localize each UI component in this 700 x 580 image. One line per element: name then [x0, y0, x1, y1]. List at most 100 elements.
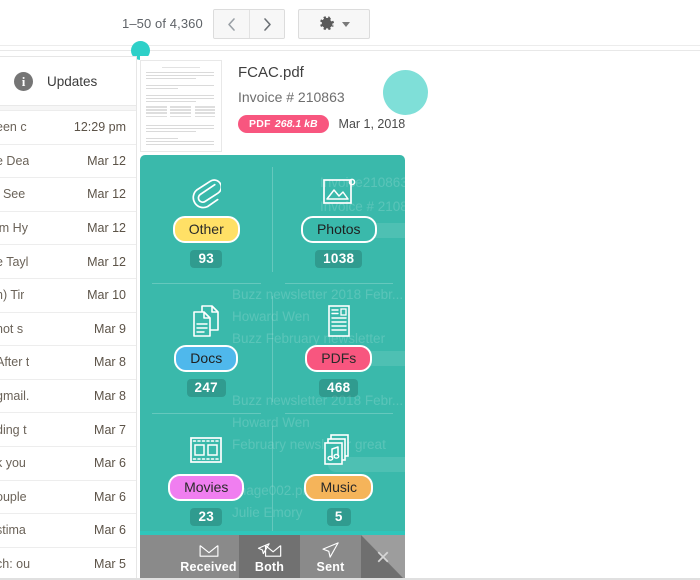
- filter-received-label: Received: [180, 559, 237, 574]
- pdf-thumbnail[interactable]: [140, 60, 222, 152]
- mail-snippet: . See: [0, 187, 26, 202]
- mail-snippet: n) Tir: [0, 288, 25, 303]
- pdf-file-icon: [325, 301, 353, 341]
- category-grid: Other 93 Photos 1038 Docs 247 PDFs 468 Movies 23 M…: [140, 155, 405, 543]
- attachment-filename: FCAC.pdf: [238, 64, 304, 81]
- file-type-badge: PDF 268.1 kB: [238, 115, 329, 133]
- chevron-right-icon: [263, 17, 271, 31]
- category-count: 23: [190, 508, 223, 527]
- chevron-down-icon: [341, 21, 350, 27]
- mail-date: Mar 12: [87, 187, 126, 202]
- category-movies[interactable]: Movies 23: [140, 414, 273, 543]
- category-pill[interactable]: PDFs: [305, 344, 373, 373]
- mail-snippet: After t: [0, 355, 30, 370]
- paperclip-icon: [191, 172, 222, 212]
- mail-row[interactable]: e Dea Mar 12: [0, 144, 136, 179]
- category-pill[interactable]: Docs: [174, 344, 239, 373]
- category-count: 1038: [315, 249, 363, 268]
- mail-row[interactable]: e Tayl Mar 12: [0, 245, 136, 279]
- mail-row[interactable]: n) Tir Mar 10: [0, 278, 136, 313]
- mail-row[interactable]: een c 12:29 pm: [0, 111, 136, 145]
- category-pill[interactable]: Photos: [300, 215, 377, 243]
- mail-date: Mar 8: [94, 355, 126, 370]
- mail-date: Mar 7: [94, 422, 126, 437]
- mail-row[interactable]: ch: ou Mar 5: [0, 547, 136, 580]
- attachment-card[interactable]: FCAC.pdf Invoice # 210863 PDF 268.1 kB Ma…: [140, 60, 406, 156]
- mail-row[interactable]: stima Mar 6: [0, 514, 136, 548]
- image-icon: [322, 172, 356, 212]
- mail-snippet: e Dea: [0, 153, 30, 168]
- category-count: 247: [186, 379, 226, 398]
- mail-date: Mar 10: [87, 288, 126, 303]
- attachment-card-area: FCAC.pdf Invoice # 210863 PDF 268.1 kB Ma…: [140, 56, 700, 156]
- slider-track[interactable]: [0, 50, 700, 51]
- category-other[interactable]: Other 93: [140, 155, 273, 285]
- mail-rows-container: een c12:29 pme DeaMar 12. SeeMar 12im Hy…: [0, 111, 136, 580]
- header-divider: [0, 45, 700, 46]
- updates-category-header[interactable]: i Updates: [0, 57, 136, 106]
- category-photos[interactable]: Photos 1038: [273, 155, 406, 285]
- mail-date: Mar 5: [94, 557, 126, 572]
- previous-page-button[interactable]: [214, 10, 249, 38]
- badge-kind: PDF: [249, 118, 271, 130]
- film-strip-icon: [189, 430, 223, 470]
- category-count: 5: [326, 508, 351, 527]
- category-pill[interactable]: Other: [172, 215, 240, 243]
- attachment-date: Mar 1, 2018: [338, 117, 406, 131]
- decorative-circle: [383, 70, 428, 115]
- mail-date: Mar 12: [87, 254, 126, 269]
- documents-icon: [190, 301, 222, 341]
- mail-row[interactable]: . See Mar 12: [0, 178, 136, 212]
- paper-plane-icon: [321, 541, 339, 558]
- attachment-category-panel: Invoice210863.pdfInvoice # 210863Buzz ne…: [140, 155, 405, 543]
- mail-snippet: ouple: [0, 489, 27, 504]
- mail-snippet: ch: ou: [0, 557, 31, 572]
- mail-snippet: e Tayl: [0, 254, 29, 269]
- mail-date: Mar 6: [94, 456, 126, 471]
- mail-snippet: stima: [0, 523, 26, 538]
- attachment-subject: Invoice # 210863: [238, 89, 345, 105]
- close-icon: ×: [375, 543, 390, 571]
- mail-snippet: gmail.: [0, 389, 30, 404]
- mail-snippet: not s: [0, 321, 24, 336]
- mail-date: Mar 6: [94, 489, 126, 504]
- top-toolbar: 1–50 of 4,360: [0, 0, 700, 46]
- mail-date: Mar 8: [94, 389, 126, 404]
- mail-list: i Updates een c 12:29 pm e Dea Mar 12 . See M…: [0, 56, 136, 580]
- music-notes-icon: [323, 430, 355, 470]
- category-pill[interactable]: Music: [304, 474, 374, 502]
- mail-row[interactable]: ouple Mar 6: [0, 480, 136, 515]
- category-music[interactable]: Music 5: [273, 414, 406, 543]
- next-page-button[interactable]: [249, 10, 284, 38]
- updates-label: Updates: [47, 73, 98, 89]
- pagination-nav-group: [213, 9, 285, 39]
- mail-row[interactable]: After t Mar 8: [0, 346, 136, 380]
- category-count: 468: [319, 379, 359, 398]
- mail-snippet: ding t: [0, 422, 27, 437]
- mail-date: 12:29 pm: [73, 120, 126, 135]
- mail-date: Mar 9: [94, 321, 126, 336]
- mail-row[interactable]: gmail. Mar 8: [0, 379, 136, 414]
- close-panel-button[interactable]: ×: [361, 535, 405, 580]
- mail-row[interactable]: im Hy Mar 12: [0, 211, 136, 246]
- category-pdfs[interactable]: PDFs 468: [273, 284, 406, 414]
- mail-row[interactable]: ding t Mar 7: [0, 413, 136, 447]
- filter-sent[interactable]: Sent: [300, 535, 361, 580]
- filter-both[interactable]: Both: [239, 535, 300, 580]
- chevron-left-icon: [228, 17, 235, 31]
- mail-snippet: een c: [0, 120, 27, 135]
- filter-sent-label: Sent: [316, 559, 345, 574]
- settings-button[interactable]: [298, 9, 370, 39]
- mail-row[interactable]: not s Mar 9: [0, 312, 136, 347]
- mail-date: Mar 12: [87, 153, 126, 168]
- category-pill[interactable]: Movies: [168, 474, 245, 502]
- inbox-icon: [199, 544, 218, 557]
- pagination-count: 1–50 of 4,360: [122, 16, 203, 31]
- mail-snippet: k you: [0, 456, 26, 471]
- mail-date: Mar 12: [87, 221, 126, 236]
- mail-row[interactable]: k you Mar 6: [0, 446, 136, 481]
- list-panel-divider: [136, 56, 137, 580]
- filter-toolbar: Received Both Sent ×: [140, 535, 405, 580]
- category-docs[interactable]: Docs 247: [140, 284, 273, 414]
- filter-received[interactable]: Received: [178, 535, 239, 580]
